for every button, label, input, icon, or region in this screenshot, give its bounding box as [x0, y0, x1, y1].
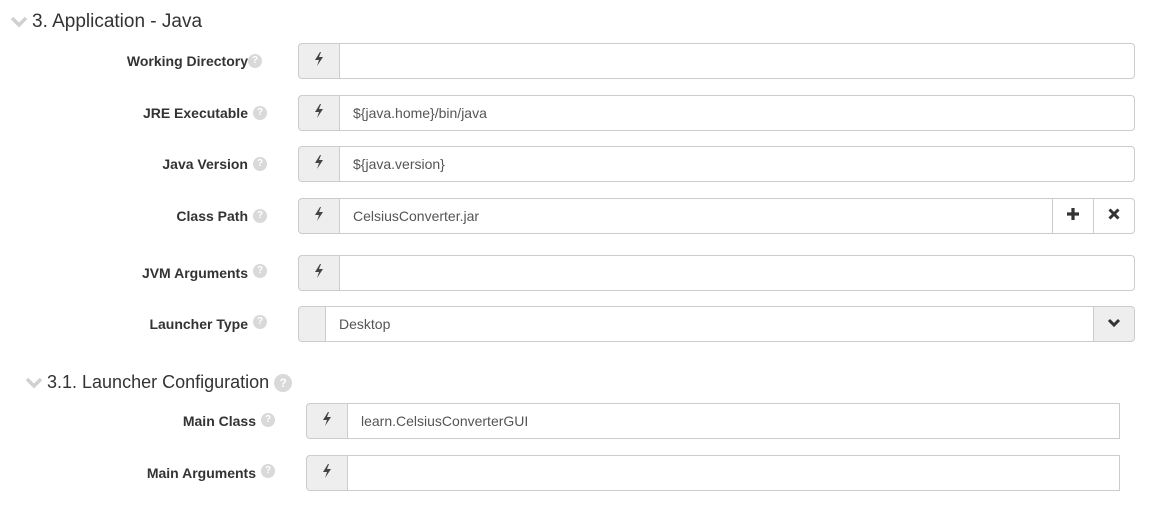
help-icon[interactable]: ?	[253, 106, 267, 120]
variable-button[interactable]	[298, 198, 339, 234]
section-header-application-java[interactable]: 3. Application - Java	[10, 11, 202, 33]
field-label: Main Class	[182, 413, 256, 429]
variable-button[interactable]	[298, 146, 339, 182]
times-icon	[1108, 207, 1120, 225]
section-title: 3. Application - Java	[32, 11, 203, 32]
subsection-title: 3.1. Launcher Configuration	[47, 372, 270, 392]
bolt-icon	[314, 154, 324, 174]
help-icon[interactable]: ?	[261, 413, 275, 427]
plus-icon	[1066, 207, 1080, 226]
chevron-down-icon	[1107, 315, 1121, 333]
select-addon	[298, 306, 325, 342]
main-class-input[interactable]: learn.CelsiusConverterGUI	[347, 403, 1120, 439]
variable-button[interactable]	[306, 455, 347, 491]
bolt-icon	[322, 411, 332, 431]
class-path-input[interactable]: CelsiusConverter.jar	[339, 198, 1053, 234]
field-label: Launcher Type	[149, 316, 248, 332]
main-arguments-input[interactable]	[347, 455, 1120, 491]
help-icon[interactable]: ?	[248, 54, 262, 68]
remove-class-path-button[interactable]	[1094, 198, 1135, 234]
java-version-input[interactable]: ${java.version}	[339, 146, 1135, 182]
launcher-type-dropdown-button[interactable]	[1094, 306, 1135, 342]
launcher-type-select[interactable]: Desktop	[298, 306, 1135, 342]
help-icon[interactable]: ?	[253, 264, 267, 278]
jvm-arguments-input[interactable]	[339, 255, 1135, 291]
field-label: JRE Executable	[142, 105, 248, 121]
field-label: JVM Arguments	[141, 265, 248, 281]
add-class-path-button[interactable]	[1053, 198, 1094, 234]
working-directory-input[interactable]	[339, 43, 1135, 79]
help-icon[interactable]: ?	[261, 464, 275, 478]
section-header-launcher-configuration[interactable]: 3.1. Launcher Configuration ?	[25, 372, 293, 393]
variable-button[interactable]	[298, 95, 339, 131]
field-label: Main Arguments	[146, 465, 256, 481]
bolt-icon	[322, 463, 332, 483]
bolt-icon	[314, 206, 324, 226]
field-label: Working Directory	[126, 53, 248, 69]
variable-button[interactable]	[298, 255, 339, 291]
field-label: Class Path	[176, 208, 248, 224]
bolt-icon	[314, 263, 324, 283]
chevron-down-icon[interactable]	[25, 377, 43, 389]
jre-executable-input[interactable]: ${java.home}/bin/java	[339, 95, 1135, 131]
help-icon[interactable]: ?	[253, 209, 267, 223]
launcher-type-value[interactable]: Desktop	[325, 306, 1094, 342]
field-label: Java Version	[162, 156, 248, 172]
variable-button[interactable]	[306, 403, 347, 439]
help-icon[interactable]: ?	[253, 315, 267, 329]
help-icon[interactable]: ?	[253, 157, 267, 171]
help-icon[interactable]: ?	[274, 373, 293, 392]
chevron-down-icon[interactable]	[10, 16, 28, 28]
bolt-icon	[314, 103, 324, 123]
variable-button[interactable]	[298, 43, 339, 79]
bolt-icon	[314, 51, 324, 71]
